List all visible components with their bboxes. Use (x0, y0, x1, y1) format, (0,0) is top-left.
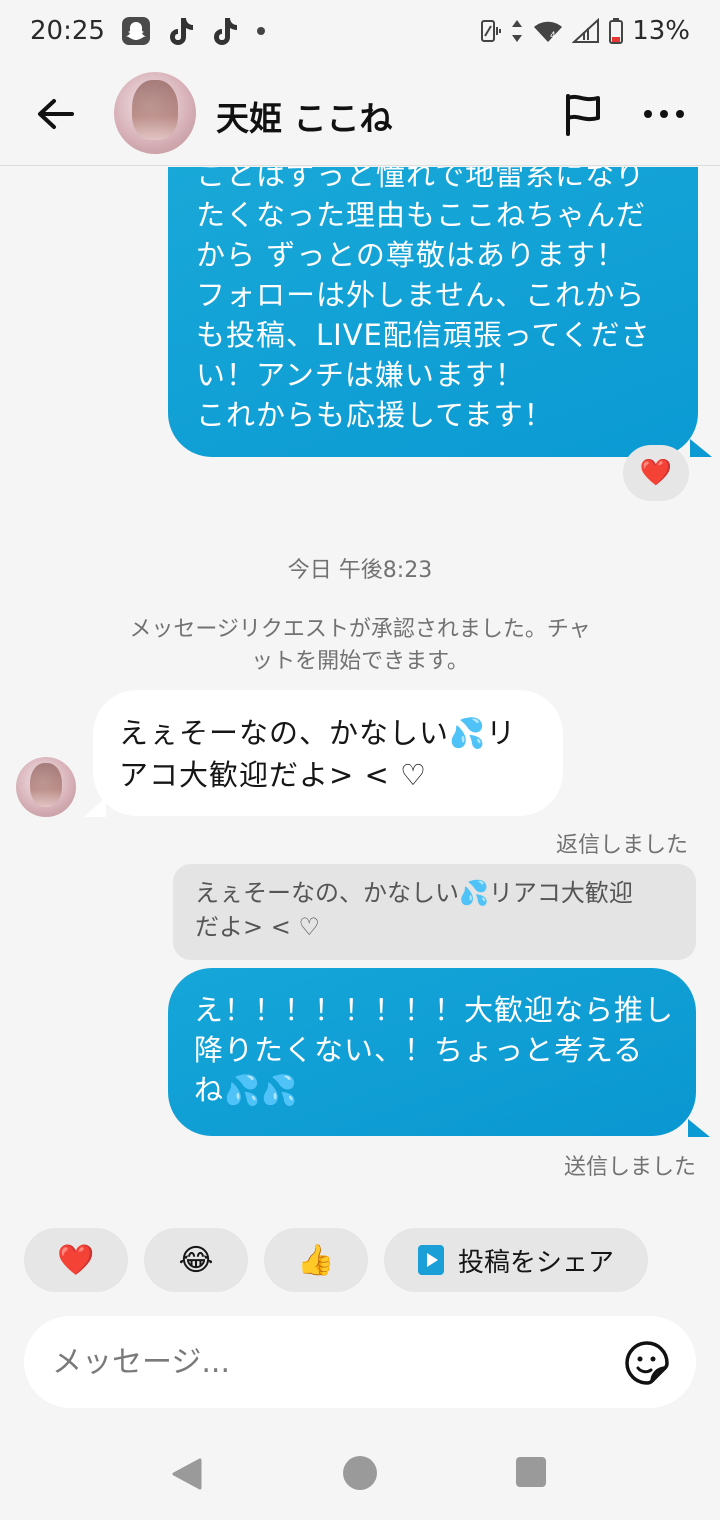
signal-icon (572, 18, 600, 44)
message-list[interactable]: ことはずっと憧れで地雷系になり たくなった理由もここねちゃんだ から ずっとの尊… (0, 167, 720, 1217)
heart-icon: ❤️ (639, 458, 673, 488)
report-button[interactable] (560, 90, 608, 138)
share-post-label: 投稿をシェア (457, 1247, 614, 1278)
flag-icon (566, 94, 600, 136)
sticker-icon (625, 1341, 669, 1385)
status-time: 20:25 (30, 16, 105, 46)
replied-label: 返信しました (555, 833, 688, 858)
bubble-tail (690, 439, 712, 457)
message-composer (24, 1316, 696, 1408)
user-name[interactable]: 天姫 ここね (216, 92, 393, 140)
battery-icon (608, 17, 624, 45)
laughing-face-icon: 😂 (178, 1242, 214, 1278)
quick-reply-thumbs-up-button[interactable]: 👍 (264, 1228, 368, 1292)
message-timestamp: 今日 午後8:23 (287, 558, 433, 583)
triangle-back-icon (172, 1458, 202, 1490)
sent-message-bubble[interactable]: え！！！！！！！！大歓迎なら推し 降りたくない、！ちょっと考える ね💦💦 (168, 968, 696, 1136)
received-message-bubble[interactable]: えぇそーなの、かなしい💦リ アコ大歓迎だよ> < ♡ (93, 690, 563, 816)
status-left: 20:25 (30, 16, 267, 46)
reply-quote[interactable]: えぇそーなの、かなしい💦リアコ大歓迎 だよ> < ♡ (173, 864, 696, 960)
dot-icon (255, 25, 267, 37)
nav-home-button[interactable] (343, 1456, 377, 1490)
arrow-left-icon (38, 99, 74, 129)
sticker-button[interactable] (624, 1340, 670, 1386)
svg-text:4: 4 (550, 31, 556, 41)
thumbs-up-icon: 👍 (297, 1242, 335, 1278)
chat-header: 天姫 ここね (0, 62, 720, 166)
sent-message-text: ことはずっと憧れで地雷系になり たくなった理由もここねちゃんだ から ずっとの尊… (196, 167, 651, 432)
status-right: 4 13% (476, 16, 690, 46)
status-bar: 20:25 4 13% (0, 0, 720, 62)
sent-status-label: 送信しました (563, 1155, 696, 1180)
message-reaction[interactable]: ❤️ (623, 445, 689, 501)
back-button[interactable] (32, 90, 80, 138)
tiktok-icon (211, 16, 239, 46)
bubble-tail (688, 1119, 710, 1137)
snapchat-icon (121, 16, 151, 46)
nav-recents-button[interactable] (516, 1457, 546, 1487)
nav-back-button[interactable] (170, 1457, 202, 1495)
share-post-button[interactable]: 投稿をシェア (384, 1228, 648, 1292)
play-share-icon (417, 1245, 444, 1275)
battery-percent: 13% (632, 16, 690, 46)
quick-reply-laugh-button[interactable]: 😂 (144, 1228, 248, 1292)
tiktok-icon (167, 16, 195, 46)
system-note: メッセージリクエストが承認されました。チャ ットを開始できます。 (129, 617, 591, 674)
avatar[interactable] (114, 72, 196, 154)
quick-reply-row: ❤️ 😂 👍 投稿をシェア (0, 1228, 720, 1292)
heart-icon: ❤️ (57, 1242, 95, 1278)
quick-reply-heart-button[interactable]: ❤️ (24, 1228, 128, 1292)
wifi-icon: 4 (532, 18, 564, 44)
vibrate-icon (476, 18, 502, 44)
sent-message-bubble[interactable]: ことはずっと憧れで地雷系になり たくなった理由もここねちゃんだ から ずっとの尊… (168, 167, 698, 457)
system-nav-bar (0, 1430, 720, 1520)
more-horizontal-icon (644, 110, 684, 118)
more-options-button[interactable] (640, 92, 688, 136)
data-arrows-icon (510, 18, 524, 44)
message-input[interactable] (52, 1344, 592, 1380)
sender-avatar[interactable] (16, 757, 76, 817)
